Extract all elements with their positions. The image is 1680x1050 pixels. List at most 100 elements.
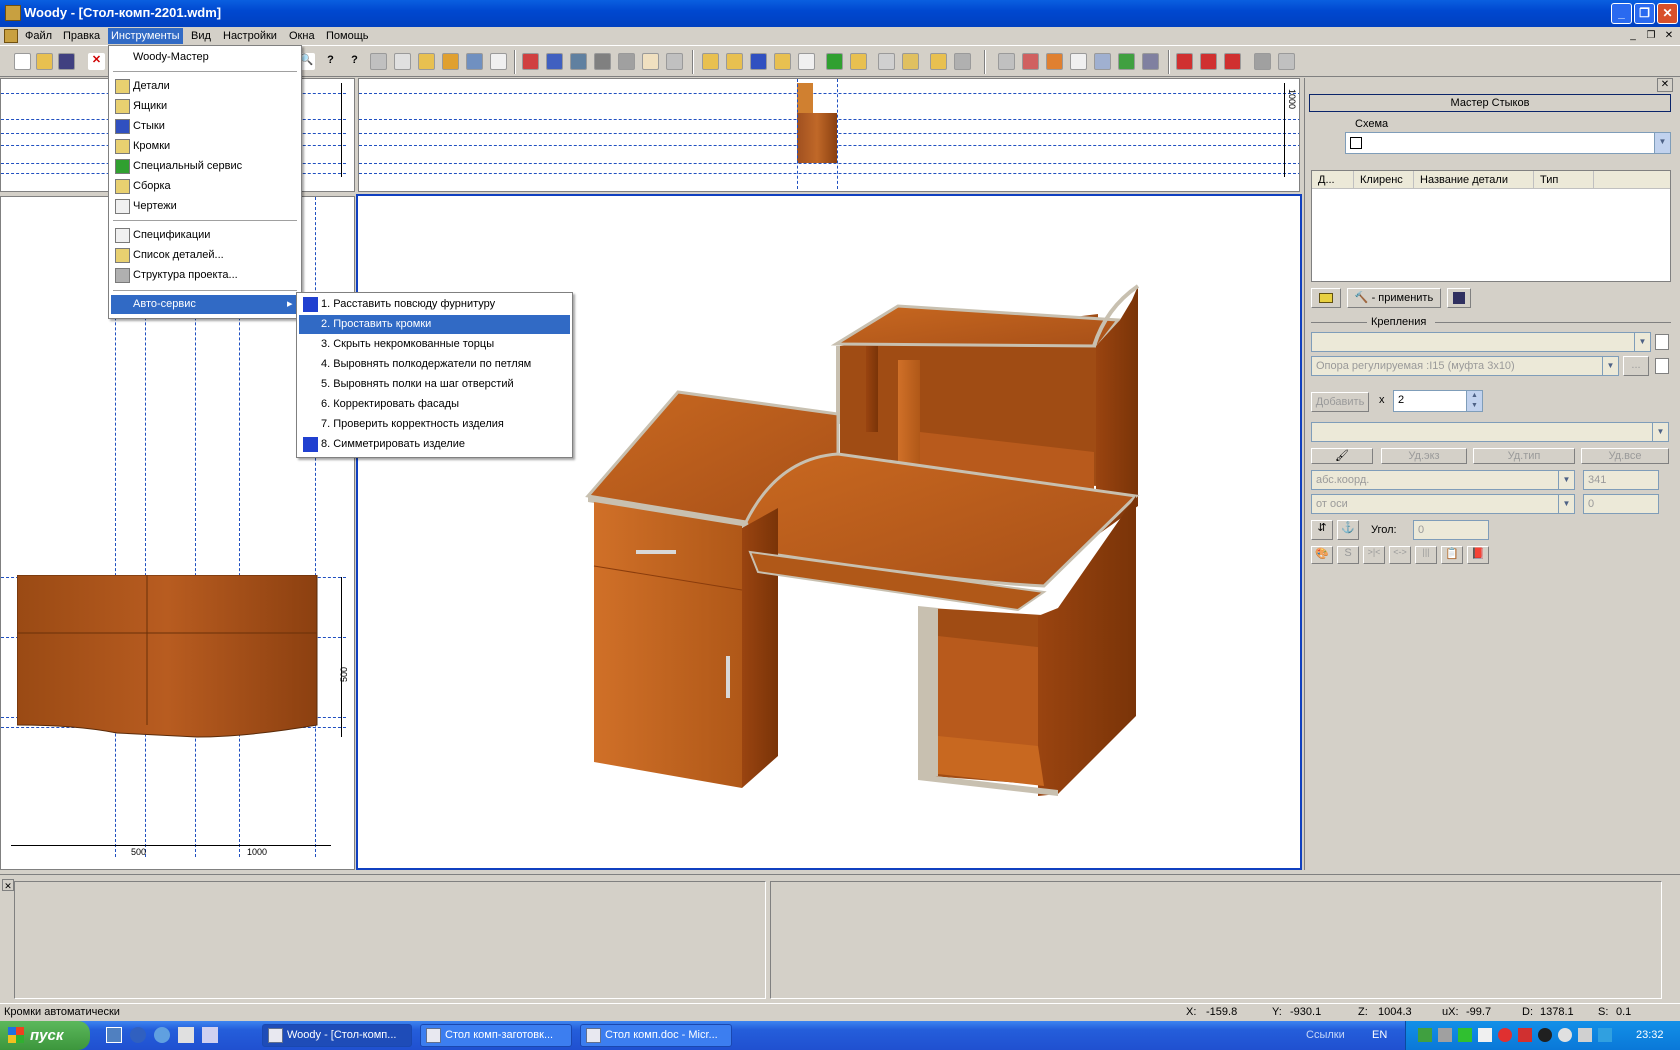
chevron-down-icon[interactable]: ▼ <box>1654 133 1670 153</box>
view-3d-icon[interactable] <box>1022 53 1039 70</box>
menu-item-details[interactable]: Детали <box>111 77 299 96</box>
output-pane-right[interactable] <box>770 881 1662 999</box>
task-word-1[interactable]: Стол комп-заготовк... <box>420 1024 572 1047</box>
mdi-minimize-icon[interactable]: _ <box>1626 29 1640 43</box>
rotate-icon[interactable] <box>618 53 635 70</box>
menu-item-project-structure[interactable]: Структура проекта... <box>111 266 299 285</box>
clipboard-icon[interactable]: 📋 <box>1441 546 1463 564</box>
s-button[interactable]: S <box>1337 546 1359 564</box>
delete-icon[interactable]: ✕ <box>88 53 105 70</box>
axis-value-stepper[interactable]: 0 <box>1583 494 1659 514</box>
joint-icon[interactable] <box>750 53 767 70</box>
column-header[interactable]: Клиренс <box>1354 171 1414 189</box>
view-front-icon[interactable] <box>998 53 1015 70</box>
menu-tools[interactable]: Инструменты <box>108 28 183 44</box>
wand-icon[interactable] <box>490 53 507 70</box>
position-combo[interactable]: ▼ <box>1311 422 1669 442</box>
menu-help[interactable]: Помощь <box>323 28 372 44</box>
new-file-icon[interactable] <box>14 53 31 70</box>
help-icon[interactable]: ? <box>322 53 339 70</box>
distribute-button[interactable]: ||| <box>1415 546 1437 564</box>
eraser-icon[interactable] <box>1311 288 1341 308</box>
pin-icon[interactable] <box>1070 53 1087 70</box>
angle-stepper[interactable]: 0 <box>1413 520 1489 540</box>
spread-button[interactable]: <-> <box>1389 546 1411 564</box>
quantity-stepper[interactable]: 2 ▲ ▼ <box>1393 390 1483 412</box>
antivirus-icon[interactable] <box>1498 1028 1512 1042</box>
tray-icon[interactable] <box>1558 1028 1572 1042</box>
cylinder-icon[interactable] <box>1094 53 1111 70</box>
menu-item-auto-service[interactable]: Авто-сервис ▸ <box>111 295 299 314</box>
close-button[interactable]: ✕ <box>1657 3 1678 24</box>
explorer-icon[interactable] <box>178 1027 194 1043</box>
delete-all-button[interactable]: Уд.все <box>1581 448 1669 464</box>
brush-icon[interactable]: 🖌 <box>1311 448 1373 464</box>
tray-icon[interactable] <box>1458 1028 1472 1042</box>
stack-icon[interactable] <box>442 53 459 70</box>
auto-item-hardware[interactable]: 1. Расставить повсюду фурнитуру <box>299 295 570 314</box>
auto-item-edges[interactable]: 2. Проставить кромки <box>299 315 570 334</box>
woody-app-icon[interactable] <box>5 5 21 21</box>
volume-icon[interactable] <box>1478 1028 1492 1042</box>
cube-icon[interactable] <box>878 53 895 70</box>
column-header[interactable]: Тип <box>1534 171 1594 189</box>
menu-item-special-service[interactable]: Специальный сервис <box>111 157 299 176</box>
output-pane-left[interactable] <box>14 881 766 999</box>
menu-view[interactable]: Вид <box>188 28 214 44</box>
column-header[interactable]: Д... <box>1312 171 1354 189</box>
mdi-close-icon[interactable]: ✕ <box>1662 29 1676 43</box>
browse-button[interactable]: ... <box>1623 356 1649 376</box>
menu-windows[interactable]: Окна <box>286 28 318 44</box>
add-button[interactable]: Добавить <box>1311 392 1369 412</box>
save-icon[interactable] <box>58 53 75 70</box>
browser-icon[interactable] <box>154 1027 170 1043</box>
auto-item-symmetrize[interactable]: 8. Симметрировать изделие <box>299 435 570 454</box>
panel-icon[interactable] <box>702 53 719 70</box>
menu-item-drawers[interactable]: Ящики <box>111 97 299 116</box>
title-bar[interactable]: Woody - [Стол-комп-2201.wdm] _ ❐ ✕ <box>0 0 1680 27</box>
tray-icon[interactable] <box>1578 1028 1592 1042</box>
menu-item-woody-master[interactable]: Woody-Мастер <box>111 48 299 67</box>
reset-icon[interactable] <box>1224 53 1241 70</box>
settings-gear-icon[interactable] <box>1278 53 1295 70</box>
from-axis-combo[interactable]: от оси ▼ <box>1311 494 1575 514</box>
auto-item-hide-ends[interactable]: 3. Скрыть некромкованные торцы <box>299 335 570 354</box>
open-folder-icon[interactable] <box>36 53 53 70</box>
layers-icon[interactable] <box>418 53 435 70</box>
document-icon[interactable] <box>4 29 18 43</box>
auto-item-align-holders[interactable]: 4. Выровнять полкодержатели по петлям <box>299 355 570 374</box>
special-service-icon[interactable] <box>826 53 843 70</box>
menu-item-assembly[interactable]: Сборка <box>111 177 299 196</box>
crop-icon[interactable] <box>1142 53 1159 70</box>
coord-value-stepper[interactable]: 341 <box>1583 470 1659 490</box>
task-woody[interactable]: Woody - [Стол-комп... <box>262 1024 412 1047</box>
column-header[interactable]: Название детали <box>1414 171 1534 189</box>
maximize-button[interactable]: ❐ <box>1634 3 1655 24</box>
media-player-icon[interactable] <box>130 1027 146 1043</box>
menu-item-parts-list[interactable]: Список деталей... <box>111 246 299 265</box>
undo-icon[interactable] <box>1176 53 1193 70</box>
tray-icon[interactable] <box>1538 1028 1552 1042</box>
menu-settings[interactable]: Настройки <box>220 28 280 44</box>
context-help-icon[interactable]: ? <box>346 53 363 70</box>
panel-close-icon[interactable]: ✕ <box>1657 78 1673 92</box>
links-toolbar[interactable]: Ссылки <box>1306 1029 1345 1041</box>
layer-green-icon[interactable] <box>1118 53 1135 70</box>
columns-icon[interactable] <box>370 53 387 70</box>
box-icon[interactable] <box>726 53 743 70</box>
task-word-2[interactable]: Стол комп.doc - Micr... <box>580 1024 732 1047</box>
show-desktop-icon[interactable] <box>106 1027 122 1043</box>
menu-item-joints[interactable]: Стыки <box>111 117 299 136</box>
move-icon[interactable] <box>546 53 563 70</box>
zoom-window-icon[interactable] <box>570 53 587 70</box>
properties-icon[interactable] <box>394 53 411 70</box>
apply-button[interactable]: 🔨 - применить <box>1347 288 1441 308</box>
menu-item-specifications[interactable]: Спецификации <box>111 226 299 245</box>
tray-icon[interactable] <box>1418 1028 1432 1042</box>
export-icon[interactable] <box>930 53 947 70</box>
save-icon[interactable] <box>1447 288 1471 308</box>
menu-item-edges[interactable]: Кромки <box>111 137 299 156</box>
view-solid-icon[interactable] <box>1046 53 1063 70</box>
menu-edit[interactable]: Правка <box>60 28 103 44</box>
auto-item-align-shelves[interactable]: 5. Выровнять полки на шаг отверстий <box>299 375 570 394</box>
